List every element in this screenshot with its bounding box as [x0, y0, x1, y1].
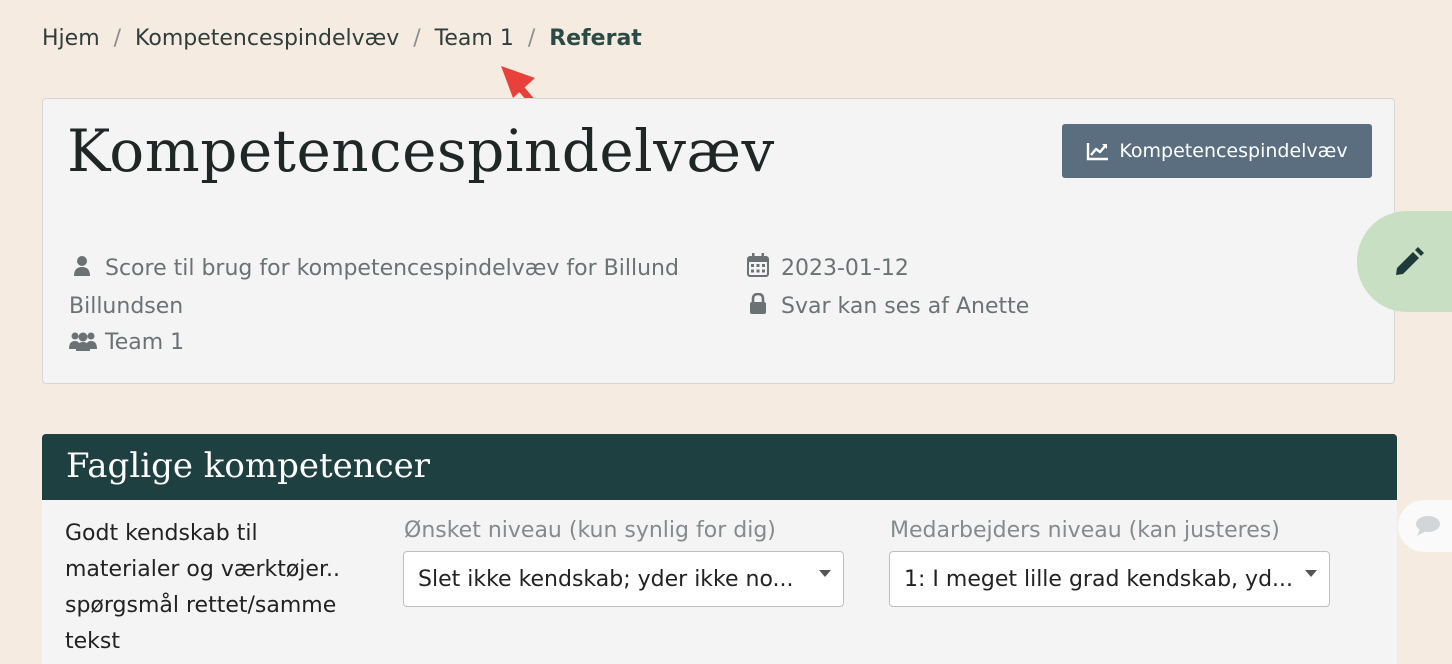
line-chart-icon — [1087, 143, 1109, 161]
chevron-down-icon — [1305, 570, 1317, 577]
info-card: Kompetencespindelvæv Kompetencespindelvæ… — [42, 98, 1395, 384]
meta-visibility-text: Svar kan ses af Anette — [781, 294, 1030, 319]
breadcrumb-kompetencespindelvaev[interactable]: Kompetencespindelvæv — [135, 26, 399, 51]
breadcrumb-separator: / — [413, 25, 421, 51]
meta-right: 2023-01-12 Svar kan ses af Anette — [745, 251, 1345, 327]
breadcrumb-separator: / — [113, 25, 122, 51]
question-text: Godt kendskab til materialer og værktøje… — [65, 521, 340, 654]
page-title: Kompetencespindelvæv — [67, 117, 775, 185]
desired-level-select[interactable]: Slet ikke kendskab; yder ikke no... — [403, 551, 844, 607]
meta-description-text: Score til brug for kompetencespindelvæv … — [69, 256, 679, 319]
employee-level-select[interactable]: 1: I meget lille grad kendskab, yd... — [889, 551, 1330, 607]
breadcrumb-team[interactable]: Team 1 — [435, 26, 514, 51]
breadcrumb-separator: / — [527, 25, 536, 51]
breadcrumb-current: Referat — [549, 25, 642, 51]
question-row: Godt kendskab til materialer og værktøje… — [42, 500, 1397, 664]
lock-icon — [745, 291, 771, 327]
kompetencespindelvaev-button-label: Kompetencespindelvæv — [1119, 140, 1348, 162]
kompetencespindelvaev-button[interactable]: Kompetencespindelvæv — [1062, 124, 1372, 178]
chevron-down-icon — [819, 570, 831, 577]
meta-left: Score til brug for kompetencespindelvæv … — [69, 251, 729, 363]
calendar-icon — [745, 253, 771, 289]
pencil-icon — [1396, 246, 1424, 275]
edit-button[interactable] — [1357, 211, 1452, 312]
meta-date: 2023-01-12 — [745, 251, 1345, 289]
employee-level-value: 1: I meget lille grad kendskab, yd... — [904, 566, 1294, 592]
meta-team-text: Team 1 — [105, 330, 185, 355]
section-header: Faglige kompetencer — [42, 434, 1397, 500]
meta-date-text: 2023-01-12 — [781, 256, 909, 281]
breadcrumb: Hjem / Kompetencespindelvæv / Team 1 / R… — [42, 24, 642, 52]
employee-level-label: Medarbejders niveau (kan justeres) — [890, 518, 1280, 543]
breadcrumb-home[interactable]: Hjem — [42, 26, 100, 51]
meta-team: Team 1 — [69, 325, 729, 363]
users-icon — [69, 327, 97, 363]
comment-button[interactable] — [1398, 500, 1452, 552]
user-icon — [69, 253, 95, 289]
desired-level-value: Slet ikke kendskab; yder ikke no... — [418, 566, 794, 592]
meta-description: Score til brug for kompetencespindelvæv … — [69, 251, 729, 325]
desired-level-label: Ønsket niveau (kun synlig for dig) — [404, 518, 776, 543]
section-title: Faglige kompetencer — [66, 446, 431, 486]
meta-visibility: Svar kan ses af Anette — [745, 289, 1345, 327]
comment-icon — [1416, 516, 1440, 536]
